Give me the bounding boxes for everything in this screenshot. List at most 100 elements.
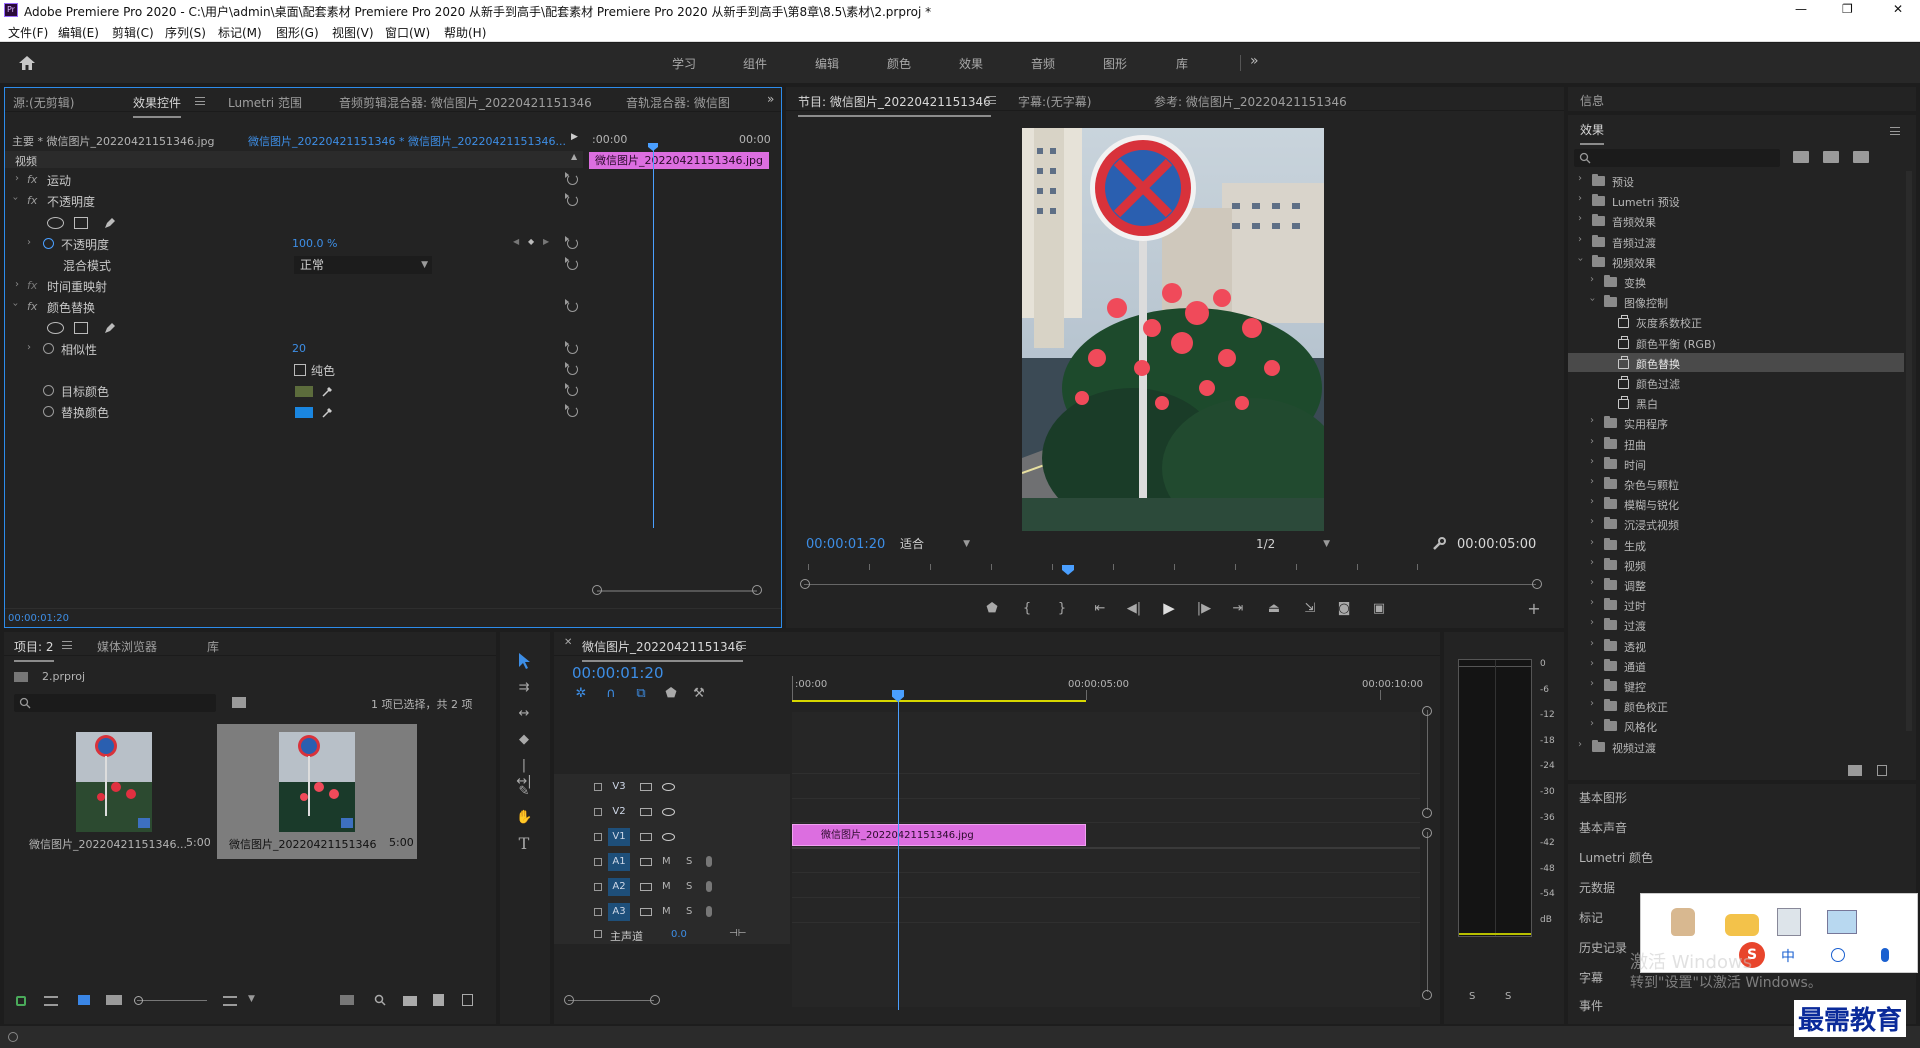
- list-view-icon[interactable]: [44, 996, 58, 1006]
- effects-search-input[interactable]: [1574, 149, 1780, 167]
- expand-right-icon[interactable]: ›: [27, 342, 31, 353]
- lock-icon[interactable]: [594, 883, 602, 891]
- tab-audio-track-mixer[interactable]: 音轨混合器: 微信图: [626, 94, 730, 111]
- sync-lock-icon[interactable]: [640, 858, 652, 866]
- effect-bin[interactable]: › 变换: [1568, 272, 1904, 291]
- prev-keyframe-icon[interactable]: ◀: [513, 237, 519, 246]
- effect-bin[interactable]: › 音频过渡: [1568, 232, 1904, 251]
- effect-bin[interactable]: › 时间: [1568, 454, 1904, 473]
- work-area-bar[interactable]: [792, 700, 1086, 702]
- solo-left-button[interactable]: S: [1469, 991, 1475, 1002]
- ellipse-mask-icon[interactable]: [47, 322, 64, 334]
- solo-button[interactable]: S: [686, 906, 692, 917]
- new-item-icon[interactable]: [433, 994, 444, 1006]
- menu-help[interactable]: 帮助(H): [444, 24, 486, 41]
- zoom-slider[interactable]: [137, 1000, 207, 1001]
- chevron-right-icon[interactable]: ›: [1590, 678, 1594, 689]
- sync-lock-icon[interactable]: [640, 883, 652, 891]
- sync-lock-icon[interactable]: [640, 808, 652, 816]
- track-select-tool-icon[interactable]: ⇉: [516, 680, 532, 696]
- opacity-value[interactable]: 100.0 %: [292, 237, 337, 250]
- panel-overflow-icon[interactable]: »: [767, 92, 774, 106]
- chevron-right-icon[interactable]: ›: [1590, 436, 1594, 447]
- sequence-clip-label[interactable]: 微信图片_20220421151346 * 微信图片_2022042115134…: [248, 133, 566, 149]
- reset-icon[interactable]: [565, 193, 578, 206]
- chevron-right-icon[interactable]: ›: [1590, 456, 1594, 467]
- video-v-scrollbar[interactable]: [1427, 710, 1428, 810]
- next-keyframe-icon[interactable]: ▶: [543, 237, 549, 246]
- track-target-button[interactable]: V2: [608, 803, 630, 821]
- effect-item[interactable]: 灰度系数校正: [1568, 312, 1904, 331]
- effect-bin[interactable]: › Lumetri 预设: [1568, 191, 1904, 210]
- project-item-selected[interactable]: 微信图片_20220421151346 5:00: [217, 724, 417, 859]
- razor-tool-icon[interactable]: ◆: [516, 732, 532, 748]
- opacity-value-row[interactable]: › 不透明度 100.0 % ◀ ◆ ▶: [5, 234, 583, 254]
- close-button[interactable]: ✕: [1893, 2, 1903, 16]
- chevron-right-icon[interactable]: ›: [1590, 496, 1594, 507]
- workspace-learn[interactable]: 学习: [672, 55, 696, 72]
- chevron-right-icon[interactable]: ›: [1590, 658, 1594, 669]
- mic-icon[interactable]: [1881, 948, 1889, 962]
- rectangle-mask-icon[interactable]: [74, 217, 88, 229]
- sync-lock-icon[interactable]: [640, 833, 652, 841]
- effect-bin[interactable]: › 透视: [1568, 636, 1904, 655]
- similarity-row[interactable]: › 相似性 20: [5, 339, 583, 359]
- effect-controls-timecode[interactable]: 00:00:01:20: [8, 613, 69, 624]
- tab-lumetri-scopes[interactable]: Lumetri 范围: [228, 94, 302, 111]
- reset-icon[interactable]: [565, 236, 578, 249]
- tab-libraries[interactable]: 库: [207, 638, 219, 655]
- chevron-right-icon[interactable]: ›: [1590, 597, 1594, 608]
- fx-badge[interactable]: fx: [27, 279, 37, 292]
- fx-badge[interactable]: fx: [27, 173, 37, 186]
- add-marker-icon[interactable]: ⬟: [984, 601, 1000, 617]
- menu-clip[interactable]: 剪辑(C): [112, 24, 154, 41]
- panel-menu-icon[interactable]: [986, 96, 996, 104]
- track-target-button[interactable]: A2: [608, 878, 630, 896]
- export-frame-camera-icon[interactable]: ◙: [1336, 601, 1352, 617]
- icon-view-icon[interactable]: [78, 995, 90, 1005]
- chevron-right-icon[interactable]: ›: [1578, 173, 1582, 184]
- panel-essential-graphics[interactable]: 基本图形: [1579, 789, 1627, 806]
- emoji-icon[interactable]: [1831, 948, 1845, 962]
- stopwatch-icon[interactable]: [43, 406, 54, 417]
- menu-window[interactable]: 窗口(W): [385, 24, 430, 41]
- effect-item[interactable]: 黑白: [1568, 393, 1904, 412]
- menu-edit[interactable]: 编辑(E): [58, 24, 99, 41]
- effect-bin[interactable]: › 视频过渡: [1568, 737, 1904, 756]
- sync-lock-icon[interactable]: [640, 908, 652, 916]
- effect-bin[interactable]: › 通道: [1568, 656, 1904, 675]
- pen-tool-icon[interactable]: ✎: [516, 784, 532, 800]
- expand-down-icon[interactable]: ›: [10, 197, 21, 201]
- panel-lumetri-color[interactable]: Lumetri 颜色: [1579, 849, 1653, 866]
- program-video-frame[interactable]: [1022, 128, 1324, 531]
- panel-events[interactable]: 事件: [1579, 997, 1603, 1014]
- linked-selection-icon[interactable]: ⧉: [634, 686, 648, 702]
- tab-reference[interactable]: 参考: 微信图片_20220421151346: [1154, 93, 1347, 110]
- effect-item[interactable]: 颜色替换: [1568, 352, 1904, 372]
- play-only-icon[interactable]: ▶: [571, 132, 578, 142]
- reset-icon[interactable]: [565, 404, 578, 417]
- chevron-right-icon[interactable]: ›: [1590, 638, 1594, 649]
- panel-menu-icon[interactable]: [1890, 127, 1900, 135]
- snap-magnet-icon[interactable]: ∩: [604, 686, 618, 702]
- tab-media-browser[interactable]: 媒体浏览器: [97, 638, 157, 655]
- tab-source[interactable]: 源:(无剪辑): [13, 94, 74, 111]
- mic-icon[interactable]: [706, 906, 712, 917]
- track-target-button[interactable]: A1: [608, 853, 630, 871]
- menu-marker[interactable]: 标记(M): [218, 24, 262, 41]
- eyedropper-icon[interactable]: [321, 384, 335, 398]
- close-tab-icon[interactable]: ✕: [564, 637, 572, 648]
- effect-bin[interactable]: › 杂色与颗粒: [1568, 474, 1904, 493]
- effect-bin[interactable]: › 沉浸式视频: [1568, 514, 1904, 533]
- eye-icon[interactable]: [662, 833, 675, 841]
- lock-icon[interactable]: [594, 833, 602, 841]
- menu-sequence[interactable]: 序列(S): [165, 24, 206, 41]
- workspace-audio[interactable]: 音频: [1031, 55, 1055, 72]
- lock-icon[interactable]: [16, 996, 26, 1006]
- wrench-icon[interactable]: [1432, 537, 1446, 551]
- track-target-button[interactable]: V1: [608, 828, 630, 846]
- fx-badge[interactable]: fx: [27, 194, 37, 207]
- mark-in-icon[interactable]: {: [1019, 601, 1035, 617]
- sort-icon[interactable]: [223, 996, 237, 1006]
- replace-color-swatch[interactable]: [295, 407, 313, 418]
